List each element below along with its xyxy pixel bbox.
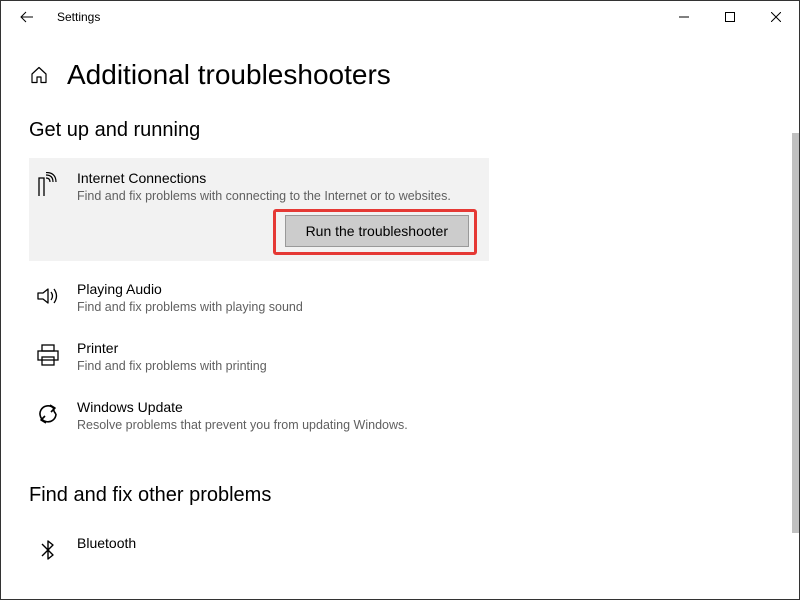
item-desc: Find and fix problems with connecting to… [77,188,481,205]
item-desc: Resolve problems that prevent you from u… [77,417,481,434]
window-title: Settings [57,10,100,24]
troubleshooter-item-bluetooth[interactable]: Bluetooth [29,523,489,577]
close-button[interactable] [753,1,799,33]
troubleshooter-item-printer[interactable]: Printer Find and fix problems with print… [29,328,489,387]
item-text: Internet Connections Find and fix proble… [77,170,481,205]
printer-icon [33,340,63,370]
maximize-icon [725,12,735,22]
back-button[interactable] [13,10,41,24]
troubleshooter-item-audio[interactable]: Playing Audio Find and fix problems with… [29,269,489,328]
maximize-button[interactable] [707,1,753,33]
item-title: Playing Audio [77,281,481,297]
item-title: Internet Connections [77,170,481,186]
item-title: Printer [77,340,481,356]
scrollbar[interactable] [792,133,799,533]
item-text: Bluetooth [77,535,481,553]
item-text: Playing Audio Find and fix problems with… [77,281,481,316]
internet-icon [33,170,63,200]
section-title-running: Get up and running [29,119,489,142]
troubleshooter-item-internet[interactable]: Internet Connections Find and fix proble… [29,158,489,261]
close-icon [771,12,781,22]
minimize-icon [679,12,689,22]
item-text: Printer Find and fix problems with print… [77,340,481,375]
arrow-left-icon [20,10,34,24]
titlebar: Settings [1,1,799,33]
content-area: Additional troubleshooters Get up and ru… [1,33,799,599]
update-icon [33,399,63,429]
home-button[interactable] [29,65,49,85]
item-title: Bluetooth [77,535,481,551]
section-title-findfix: Find and fix other problems [29,484,489,507]
home-icon [29,65,49,85]
troubleshooter-list: Get up and running Internet Connections … [29,119,489,577]
page-header: Additional troubleshooters [29,59,771,91]
audio-icon [33,281,63,311]
item-desc: Find and fix problems with printing [77,358,481,375]
item-text: Windows Update Resolve problems that pre… [77,399,481,434]
item-title: Windows Update [77,399,481,415]
window-controls [661,1,799,33]
item-desc: Find and fix problems with playing sound [77,299,481,316]
page-title: Additional troubleshooters [67,59,391,91]
troubleshooter-item-windows-update[interactable]: Windows Update Resolve problems that pre… [29,387,489,446]
bluetooth-icon [33,535,63,565]
minimize-button[interactable] [661,1,707,33]
run-troubleshooter-button[interactable]: Run the troubleshooter [285,215,469,247]
